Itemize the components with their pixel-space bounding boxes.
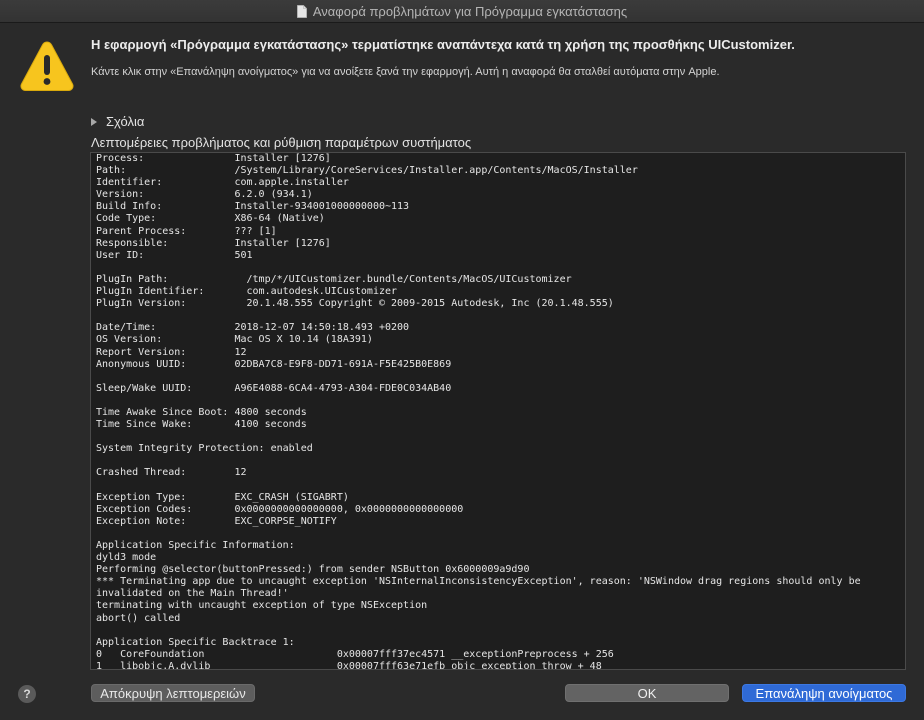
comments-disclosure[interactable]: Σχόλια — [91, 114, 144, 129]
reopen-button[interactable]: Επανάληψη ανοίγματος — [742, 684, 906, 702]
ok-button[interactable]: OK — [565, 684, 729, 702]
problem-report-text: Process: Installer [1276] Path: /System/… — [96, 153, 861, 670]
window-title: Αναφορά προβλημάτων για Πρόγραμμα εγκατά… — [312, 3, 628, 19]
title-bar: Αναφορά προβλημάτων για Πρόγραμμα εγκατά… — [0, 0, 924, 23]
problem-report-textarea[interactable]: Process: Installer [1276] Path: /System/… — [90, 152, 906, 670]
details-label: Λεπτομέρειες προβλήματος και ρύθμιση παρ… — [91, 135, 472, 150]
help-button[interactable]: ? — [18, 685, 36, 703]
alert-headline: Η εφαρμογή «Πρόγραμμα εγκατάστασης» τερμ… — [91, 37, 795, 52]
document-icon — [296, 4, 307, 18]
disclosure-triangle-icon[interactable] — [91, 117, 97, 126]
comments-label: Σχόλια — [106, 114, 145, 129]
hide-details-button[interactable]: Απόκρυψη λεπτομερειών — [91, 684, 255, 702]
alert-message: Κάντε κλικ στην «Επανάληψη ανοίγματος» γ… — [91, 66, 720, 78]
warning-icon — [19, 39, 75, 93]
